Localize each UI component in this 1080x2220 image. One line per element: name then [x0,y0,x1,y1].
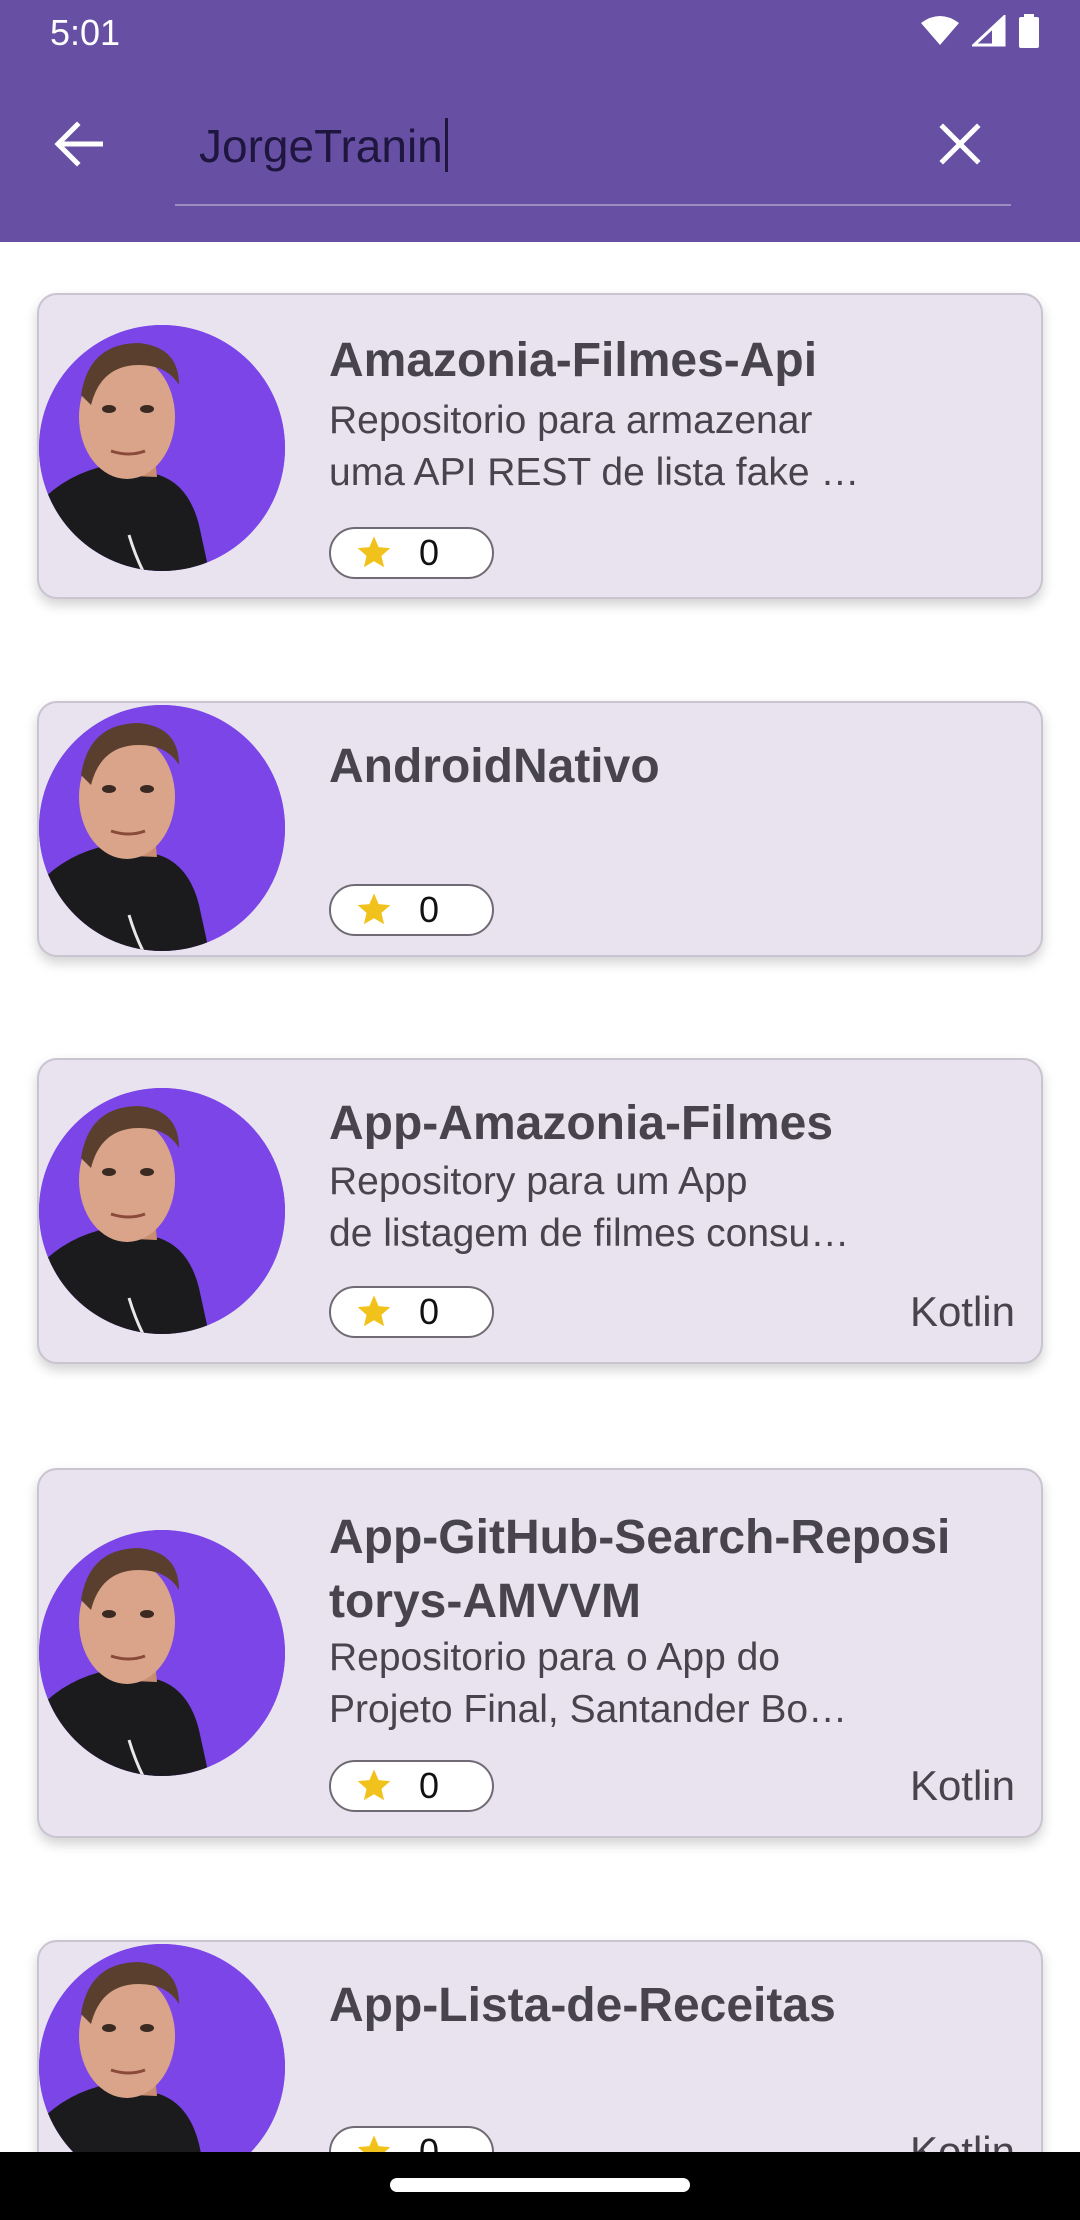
owner-avatar [39,1530,285,1776]
wifi-icon [920,15,960,47]
gesture-nav-bar [0,2152,1080,2220]
repo-card[interactable]: App-GitHub-Search-Reposi torys-AMVVM Rep… [37,1468,1043,1838]
back-button[interactable] [40,106,116,182]
status-icons [920,14,1040,48]
owner-avatar [39,1088,285,1334]
repo-name: Amazonia-Filmes-Api [329,334,818,387]
top-app-bar: 5:01 JorgeTranin [0,0,1080,242]
signal-icon [972,15,1006,47]
status-bar: 5:01 [0,0,1080,66]
search-query: JorgeTranin [199,118,448,173]
star-icon [355,534,393,572]
stars-count: 0 [419,532,440,573]
star-icon [355,1293,393,1331]
owner-avatar [39,1944,285,2152]
star-icon [355,2133,393,2152]
stars-count: 0 [419,889,440,930]
text-caret [444,118,448,172]
close-icon [939,123,981,165]
repo-card[interactable]: App-Amazonia-Filmes Repository para um A… [37,1058,1043,1364]
arrow-back-icon [54,121,103,167]
owner-avatar [39,325,285,571]
status-time: 5:01 [50,12,121,53]
battery-icon [1018,14,1040,48]
stars-badge: 0 [329,2126,494,2152]
repo-card[interactable]: App-Lista-de-Receitas 0 Kotlin [37,1940,1043,2152]
owner-avatar [39,705,285,951]
stars-count: 0 [419,1765,440,1806]
repo-description: Repository para um App de listagem de fi… [329,1160,850,1255]
repo-name: App-Amazonia-Filmes [329,1097,834,1150]
stars-badge: 0 [329,884,494,936]
repo-language: Kotlin [909,1288,1015,1335]
stars-badge: 0 [329,1760,494,1812]
repository-list[interactable]: Amazonia-Filmes-Api Repositorio para arm… [0,242,1080,2152]
home-gesture-handle[interactable] [390,2178,690,2192]
search-input[interactable]: JorgeTranin [175,100,1011,206]
repo-language: Kotlin [909,2128,1015,2152]
stars-badge: 0 [329,1286,494,1338]
repo-description: Repositorio para armazenar uma API REST … [329,399,860,494]
stars-count: 0 [419,2131,440,2152]
repo-description: Repositorio para o App do Projeto Final,… [329,1636,848,1731]
repo-language: Kotlin [909,1762,1015,1809]
repo-card[interactable]: Amazonia-Filmes-Api Repositorio para arm… [37,293,1043,599]
repo-name: App-Lista-de-Receitas [329,1979,836,2032]
repo-name: AndroidNativo [329,740,660,793]
stars-count: 0 [419,1291,440,1332]
repo-card[interactable]: AndroidNativo 0 [37,701,1043,957]
star-icon [355,891,393,929]
repo-name: App-GitHub-Search-Reposi torys-AMVVM [329,1511,951,1628]
star-icon [355,1767,393,1805]
stars-badge: 0 [329,527,494,579]
clear-search-button[interactable] [922,106,998,182]
